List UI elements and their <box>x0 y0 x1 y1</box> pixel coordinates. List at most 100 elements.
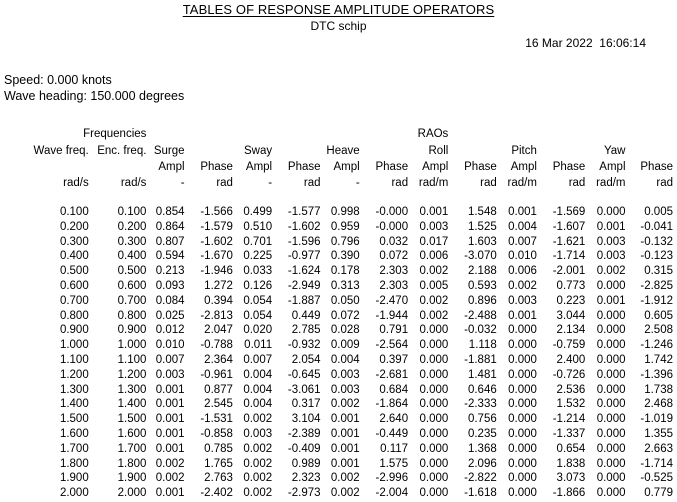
unit-heave-phase: rad <box>391 177 409 189</box>
cell-enc-freq-value: 0.500 <box>117 265 147 278</box>
cell-heave-phase: 2.303 <box>379 279 409 292</box>
cell-surge-ampl: 0.213 <box>155 265 185 278</box>
sub-header-sway-ampl: Ampl <box>245 161 273 173</box>
cell-surge-ampl: 0.001 <box>155 442 185 455</box>
cell-surge-ampl: 0.001 <box>155 427 185 440</box>
cell-pitch-ampl: 0.002 <box>508 279 537 292</box>
cell-surge-phase: -1.670 <box>200 250 233 263</box>
cell-enc-freq-value: 1.100 <box>117 353 147 366</box>
table-row: 0.500 0.500 0.213 -1.946 0.033 -1.624 0.178 2.3… <box>0 264 677 279</box>
cell-yaw-phase: 2.468 <box>644 398 673 411</box>
page-title: TABLES OF RESPONSE AMPLITUDE OPERATORS <box>0 2 677 17</box>
cell-heave-phase: -2.996 <box>375 472 409 485</box>
sub-header-pitch-phase: Phase <box>552 161 586 173</box>
cell-enc-freq-value: 2.000 <box>117 487 147 500</box>
cell-pitch-phase: -1.569 <box>552 206 586 218</box>
sub-header-surge-ampl: Ampl <box>158 161 185 173</box>
cell-yaw-ampl: 0.003 <box>596 235 626 248</box>
cell-sway-ampl: 0.011 <box>244 339 273 352</box>
document-datetime: 16 Mar 2022 16:06:14 <box>525 36 646 50</box>
cell-surge-phase: 0.785 <box>204 442 233 455</box>
cell-yaw-ampl: 0.000 <box>596 339 626 352</box>
unit-yaw-phase: rad <box>656 177 673 189</box>
cell-sway-ampl: 0.499 <box>243 206 273 218</box>
cell-roll-phase: 0.646 <box>467 383 497 396</box>
cell-yaw-phase: -0.525 <box>640 472 673 485</box>
cell-wave-freq-value: 0.800 <box>59 309 89 322</box>
cell-sway-phase: -0.932 <box>287 339 321 352</box>
cell-enc-freq-value: 1.900 <box>117 472 147 485</box>
cell-yaw-ampl: 0.002 <box>596 265 626 278</box>
cell-pitch-phase: 0.773 <box>556 279 586 292</box>
cell-wave-freq-value: 2.000 <box>59 487 89 500</box>
cell-sway-phase: -0.645 <box>287 368 321 381</box>
cell-surge-phase: 0.394 <box>204 294 233 307</box>
cell-roll-phase: -2.333 <box>464 398 497 411</box>
cell-surge-ampl: 0.001 <box>155 413 185 426</box>
cell-enc-freq-value: 0.600 <box>117 279 147 292</box>
cell-surge-phase: -1.579 <box>200 220 233 233</box>
cell-wave-freq-value: 1.200 <box>59 368 89 381</box>
unit-pitch-phase: rad <box>568 177 586 189</box>
sub-header-heave-ampl: Ampl <box>333 161 360 173</box>
table-row: 1.800 1.800 0.002 1.765 0.002 0.989 0.001 1.575… <box>0 457 677 472</box>
cell-roll-phase: 2.188 <box>467 265 497 278</box>
cell-enc-freq-value: 1.500 <box>117 413 147 426</box>
cell-roll-phase: 0.896 <box>467 294 497 307</box>
cell-yaw-ampl: 0.001 <box>596 294 626 307</box>
cell-roll-ampl: 0.000 <box>419 442 449 455</box>
cell-pitch-phase: 0.654 <box>556 442 586 455</box>
cell-surge-ampl: 0.001 <box>155 487 185 500</box>
table-row: 0.600 0.600 0.093 1.272 0.126 -2.949 0.313 2.30… <box>0 279 677 294</box>
cell-yaw-phase: -1.246 <box>640 339 673 352</box>
column-name-surge-spacer <box>189 143 237 159</box>
cell-pitch-phase: 1.532 <box>556 398 586 411</box>
cell-heave-phase: -2.681 <box>375 368 409 381</box>
cell-roll-phase: -3.070 <box>464 250 497 263</box>
table-row: 2.000 2.000 0.001 -2.402 0.002 -2.973 0.002 -2.… <box>0 486 677 501</box>
cell-yaw-phase: -0.041 <box>640 220 673 233</box>
cell-sway-ampl: 0.020 <box>243 324 273 337</box>
parameters-block: Speed: 0.000 knots Wave heading: 150.000… <box>4 72 184 104</box>
cell-surge-phase: -2.813 <box>200 309 233 322</box>
cell-wave-freq-value: 1.300 <box>59 383 89 396</box>
cell-roll-phase: 1.548 <box>467 206 497 218</box>
cell-roll-phase: 1.525 <box>467 220 497 233</box>
cell-surge-ampl: 0.093 <box>155 279 185 292</box>
column-name-surge: Surge <box>153 145 185 157</box>
unit-roll-phase: rad <box>480 177 497 189</box>
cell-heave-phase: -0.000 <box>375 220 409 233</box>
cell-heave-ampl: 0.001 <box>330 457 360 470</box>
sub-header-surge-phase: Phase <box>200 161 233 173</box>
cell-enc-freq-value: 0.800 <box>117 309 147 322</box>
cell-surge-ampl: 0.854 <box>155 206 185 218</box>
cell-pitch-phase: -1.866 <box>552 487 586 500</box>
sub-header-heave-phase: Phase <box>375 161 409 173</box>
cell-surge-phase: 1.765 <box>204 457 233 470</box>
cell-sway-ampl: 0.002 <box>243 442 273 455</box>
column-name-pitch: Pitch <box>511 145 537 157</box>
cell-roll-phase: 1.481 <box>467 368 497 381</box>
cell-pitch-phase: 1.838 <box>556 457 586 470</box>
cell-roll-ampl: 0.000 <box>419 339 449 352</box>
cell-heave-ampl: 0.313 <box>330 279 360 292</box>
cell-sway-phase: 3.104 <box>291 413 321 426</box>
cell-yaw-ampl: 0.003 <box>596 250 626 263</box>
cell-surge-phase: 1.272 <box>204 279 233 292</box>
cell-roll-ampl: 0.000 <box>419 324 449 337</box>
cell-sway-phase: -2.389 <box>287 427 321 440</box>
cell-surge-ampl: 0.002 <box>155 457 185 470</box>
cell-pitch-ampl: 0.003 <box>508 294 537 307</box>
cell-pitch-ampl: 0.001 <box>508 206 537 218</box>
cell-wave-freq-value: 0.400 <box>59 250 89 263</box>
cell-surge-ampl: 0.807 <box>155 235 185 248</box>
cell-yaw-phase: 1.738 <box>644 383 673 396</box>
cell-heave-phase: -1.944 <box>375 309 409 322</box>
cell-sway-ampl: 0.510 <box>243 220 273 233</box>
cell-heave-ampl: 0.796 <box>330 235 360 248</box>
cell-wave-freq-value: 0.500 <box>59 265 89 278</box>
cell-enc-freq-value: 1.400 <box>117 398 147 411</box>
cell-yaw-ampl: 0.000 <box>596 353 626 366</box>
cell-sway-ampl: 0.002 <box>243 487 273 500</box>
cell-pitch-phase: -2.001 <box>552 265 586 278</box>
